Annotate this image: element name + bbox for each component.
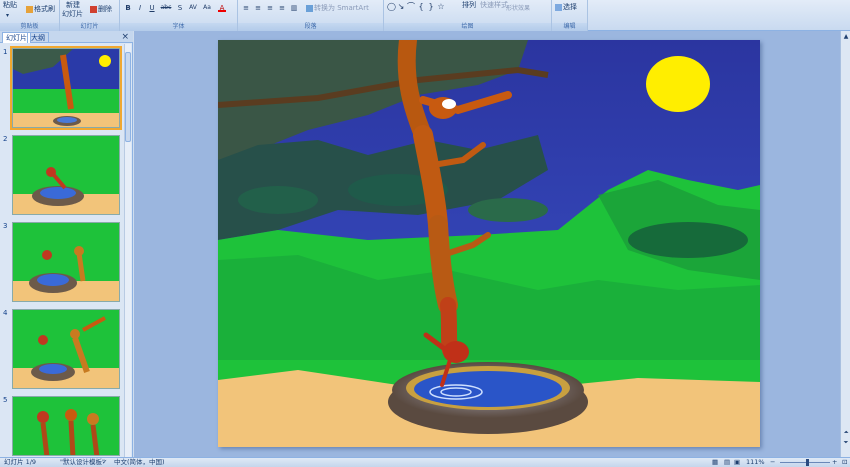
justify-icon[interactable]: ≡	[278, 4, 286, 12]
current-slide[interactable]	[217, 31, 760, 447]
moon	[646, 56, 710, 112]
thumb-4-image	[13, 310, 119, 388]
paste-dropdown-icon[interactable]: ▾	[6, 11, 9, 20]
zoom-in-button[interactable]: +	[832, 458, 837, 467]
new-slide-label[interactable]: 幻灯片	[62, 10, 83, 19]
columns-icon[interactable]: ▥	[290, 4, 298, 12]
clipboard-label: 剪贴板	[0, 23, 59, 31]
slides-group: 新建 幻灯片 删除 幻灯片	[60, 0, 120, 31]
theme-name: "默认设计模板"	[60, 458, 105, 466]
smartart-icon	[306, 4, 313, 12]
delete-slide-button[interactable]: 删除	[90, 5, 112, 14]
strikethrough-button[interactable]: abc	[160, 4, 172, 12]
shape-brace-close-icon[interactable]: }	[427, 3, 435, 11]
slide-scrollbar[interactable]: ▲ ⏶ ⏷	[840, 31, 850, 457]
spacing-button[interactable]: AV	[188, 4, 198, 12]
zoom-out-button[interactable]: −	[770, 458, 775, 467]
shape-arrow-icon[interactable]: ↘	[397, 3, 405, 11]
fit-slide-icon[interactable]: ⊡	[842, 458, 847, 467]
shape-curve-icon[interactable]: ⌒	[407, 3, 415, 11]
align-right-icon[interactable]: ≡	[266, 4, 274, 12]
close-icon[interactable]: ×	[121, 31, 129, 43]
paste-button[interactable]: 粘贴	[3, 1, 17, 10]
scrollbar-thumb[interactable]	[125, 52, 131, 142]
spell-check-icon[interactable]: ✓	[102, 458, 107, 467]
slide-number: 4	[3, 309, 8, 317]
zoom-slider-thumb[interactable]	[806, 459, 809, 466]
tab-outline[interactable]: 大纲	[27, 32, 49, 43]
delete-icon	[90, 5, 97, 13]
slides-pane: 幻灯片 大纲 × 1 2 3 4 5	[0, 31, 133, 457]
drawing-group: ◯ ↘ ⌒ { } ☆ 排列 快速样式 形状效果 绘图	[384, 0, 552, 31]
slide-number: 2	[3, 135, 8, 143]
thumb-5-image	[13, 397, 119, 455]
slide-illustration	[217, 31, 760, 447]
slide-thumbnail-1[interactable]	[10, 46, 122, 130]
cursor-icon	[555, 3, 562, 11]
shape-brace-icon[interactable]: {	[417, 3, 425, 11]
scroll-up-icon[interactable]: ▲	[842, 33, 850, 41]
status-bar: 幻灯片 1/9 "默认设计模板" ✓ 中文(简体，中国) ▦ ▤ ▣ 111% …	[0, 457, 850, 467]
drawing-label: 绘图	[384, 23, 551, 31]
slideshow-view-icon[interactable]: ▣	[734, 458, 740, 467]
font-label: 字体	[120, 23, 237, 31]
bold-button[interactable]: B	[124, 4, 132, 12]
zoom-level[interactable]: 111%	[746, 458, 765, 467]
format-painter-button[interactable]: 格式刷	[26, 5, 55, 14]
convert-smartart-button[interactable]: 转换为 SmartArt	[306, 4, 369, 13]
select-button[interactable]: 选择	[555, 3, 577, 12]
thumbnail-scrollbar[interactable]	[124, 44, 131, 457]
sorter-view-icon[interactable]: ▤	[724, 458, 730, 467]
clipboard-group: 粘贴 ▾ 格式刷 剪贴板	[0, 0, 60, 31]
slides-label: 幻灯片	[60, 23, 119, 31]
shape-rect-icon[interactable]: ◯	[387, 3, 396, 11]
editing-label: 编辑	[552, 23, 587, 31]
shape-effects-button[interactable]: 形状效果	[506, 4, 530, 13]
editing-group: 选择 编辑	[552, 0, 588, 31]
brush-icon	[26, 5, 33, 13]
font-color-button[interactable]: A	[218, 4, 226, 12]
pane-tabs: 幻灯片 大纲 ×	[0, 31, 133, 43]
zoom-slider-track[interactable]	[780, 462, 830, 463]
thumb-2-image	[13, 136, 119, 214]
slide-editor	[134, 31, 840, 457]
font-group: B I U abc S AV Aa A 字体	[120, 0, 238, 31]
slide-thumbnail-2[interactable]	[12, 135, 120, 215]
thumb-1-image	[13, 49, 119, 127]
slide-counter: 幻灯片 1/9	[4, 458, 37, 466]
slide-thumbnail-3[interactable]	[12, 222, 120, 302]
ribbon: 粘贴 ▾ 格式刷 剪贴板 新建 幻灯片 删除 幻灯片 B I U abc S A…	[0, 0, 850, 31]
language-indicator: 中文(简体，中国)	[114, 458, 165, 466]
new-slide-button[interactable]: 新建	[66, 1, 80, 10]
underline-button[interactable]: U	[148, 4, 156, 12]
previous-slide-icon[interactable]: ⏶	[842, 429, 850, 437]
well-water	[414, 371, 562, 407]
paragraph-label: 段落	[238, 23, 383, 31]
thumb-3-image	[13, 223, 119, 301]
slide-thumbnail-4[interactable]	[12, 309, 120, 389]
italic-button[interactable]: I	[136, 4, 144, 12]
slide-number: 5	[3, 396, 8, 404]
slide-number: 1	[3, 48, 8, 56]
shadow-button[interactable]: S	[176, 4, 184, 12]
align-center-icon[interactable]: ≡	[254, 4, 262, 12]
arrange-button[interactable]: 排列	[462, 1, 476, 10]
shape-star-icon[interactable]: ☆	[437, 3, 445, 11]
paragraph-group: ≡ ≡ ≡ ≡ ▥ 转换为 SmartArt 段落	[238, 0, 384, 31]
align-left-icon[interactable]: ≡	[242, 4, 250, 12]
slide-thumbnail-5[interactable]	[12, 396, 120, 456]
next-slide-icon[interactable]: ⏷	[842, 439, 850, 447]
quick-styles-button[interactable]: 快速样式	[480, 1, 508, 10]
normal-view-icon[interactable]: ▦	[712, 458, 718, 467]
change-case-button[interactable]: Aa	[202, 4, 212, 12]
slide-number: 3	[3, 222, 8, 230]
